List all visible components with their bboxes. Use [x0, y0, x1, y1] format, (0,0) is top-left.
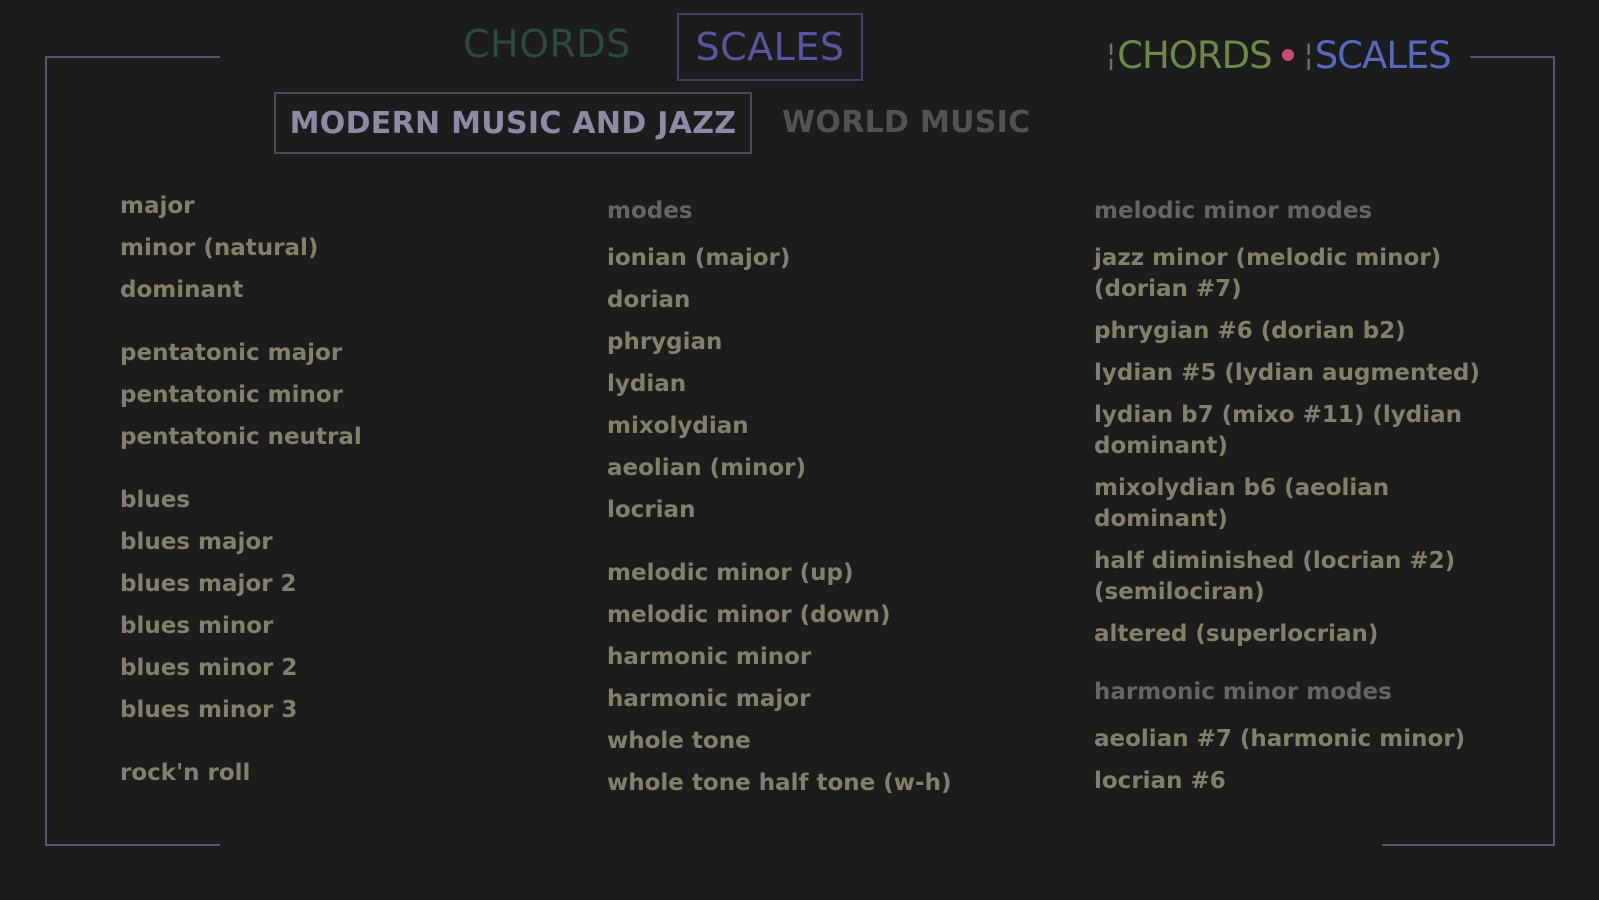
scale-item[interactable]: melodic minor (down) [607, 600, 891, 631]
scale-item[interactable]: aeolian #7 (harmonic minor) [1094, 724, 1465, 755]
frame-right [1553, 56, 1555, 846]
scale-item[interactable]: altered (superlocrian) [1094, 619, 1378, 650]
frame-bottom-right [1382, 844, 1555, 846]
scale-item[interactable]: whole tone [607, 726, 751, 757]
scale-item[interactable]: blues [120, 485, 190, 516]
scale-item[interactable]: pentatonic neutral [120, 422, 362, 453]
scale-item[interactable]: locrian [607, 495, 695, 526]
scale-item[interactable]: locrian #6 [1094, 766, 1226, 797]
frame-bottom-left [45, 844, 220, 846]
scale-item[interactable]: dominant [120, 275, 243, 306]
scale-item[interactable]: half diminished (locrian #2) (semilocira… [1094, 546, 1494, 608]
frame-left [45, 56, 47, 846]
scale-item[interactable]: minor (natural) [120, 233, 318, 264]
tab-world-music[interactable]: WORLD MUSIC [782, 105, 1030, 140]
logo-scales-text: SCALES [1314, 33, 1452, 77]
scale-item[interactable]: aeolian (minor) [607, 453, 806, 484]
scale-item[interactable]: major [120, 191, 195, 222]
scale-item[interactable]: melodic minor (up) [607, 558, 853, 589]
scale-item[interactable]: lydian #5 (lydian augmented) [1094, 358, 1480, 389]
scale-item[interactable]: blues major 2 [120, 569, 297, 600]
logo-chords-text: CHORDS [1117, 33, 1272, 77]
tab-modern-music-and-jazz[interactable]: MODERN MUSIC AND JAZZ [274, 92, 752, 154]
tab-scales[interactable]: SCALES [677, 13, 863, 81]
tick-icon: ¦ [1303, 37, 1314, 73]
scale-item[interactable]: lydian b7 (mixo #11) (lydian dominant) [1094, 400, 1494, 462]
scale-item[interactable]: mixolydian [607, 411, 749, 442]
scale-item[interactable]: ionian (major) [607, 243, 790, 274]
scale-item[interactable]: pentatonic major [120, 338, 342, 369]
scale-item[interactable]: phrygian #6 (dorian b2) [1094, 316, 1406, 347]
column-heading-harmonic-minor-modes: harmonic minor modes [1094, 679, 1392, 705]
tick-icon: ¦ [1106, 37, 1116, 73]
tab-chords[interactable]: CHORDS [463, 22, 631, 66]
scale-item[interactable]: harmonic major [607, 684, 810, 715]
scale-item[interactable]: phrygian [607, 327, 722, 358]
frame-top-left [45, 56, 220, 58]
scale-item[interactable]: harmonic minor [607, 642, 811, 673]
app-logo: ¦ CHORDS ¦ SCALES [1106, 30, 1452, 80]
column-heading-modes: modes [607, 198, 693, 224]
scale-item[interactable]: blues minor 3 [120, 695, 297, 726]
scale-item[interactable]: whole tone half tone (w-h) [607, 768, 951, 799]
scale-item[interactable]: blues major [120, 527, 273, 558]
scale-item[interactable]: pentatonic minor [120, 380, 343, 411]
frame-top-right [1470, 56, 1555, 58]
scale-item[interactable]: dorian [607, 285, 690, 316]
column-heading-melodic-minor-modes: melodic minor modes [1094, 198, 1373, 224]
scale-item[interactable]: jazz minor (melodic minor) (dorian #7) [1094, 243, 1494, 305]
scale-item[interactable]: lydian [607, 369, 686, 400]
scale-item[interactable]: blues minor [120, 611, 273, 642]
scale-item[interactable]: mixolydian b6 (aeolian dominant) [1094, 473, 1494, 535]
scale-item[interactable]: rock'n roll [120, 758, 250, 789]
dot-icon [1281, 49, 1294, 61]
scale-item[interactable]: blues minor 2 [120, 653, 297, 684]
